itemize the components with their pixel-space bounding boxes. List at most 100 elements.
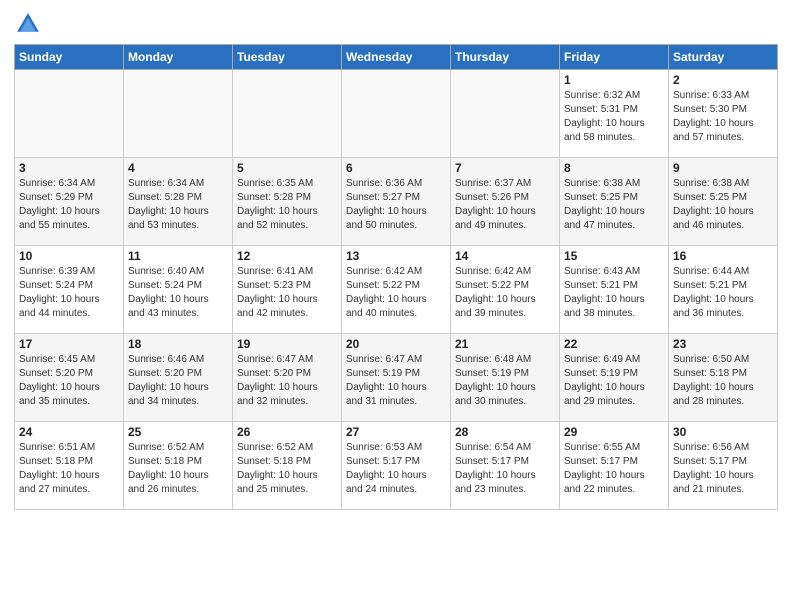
calendar-cell: 22 Sunrise: 6:49 AM Sunset: 5:19 PM Dayli… — [560, 334, 669, 422]
day-number: 2 — [673, 73, 773, 87]
day-number: 25 — [128, 425, 228, 439]
calendar-cell: 6 Sunrise: 6:36 AM Sunset: 5:27 PM Daylig… — [342, 158, 451, 246]
calendar-cell: 10 Sunrise: 6:39 AM Sunset: 5:24 PM Dayli… — [15, 246, 124, 334]
day-number: 4 — [128, 161, 228, 175]
day-number: 24 — [19, 425, 119, 439]
day-number: 22 — [564, 337, 664, 351]
weekday-header-sunday: Sunday — [15, 45, 124, 70]
calendar-cell — [15, 70, 124, 158]
logo-icon — [14, 10, 42, 38]
day-number: 10 — [19, 249, 119, 263]
week-row-1: 1 Sunrise: 6:32 AM Sunset: 5:31 PM Daylig… — [15, 70, 778, 158]
calendar-cell — [233, 70, 342, 158]
day-number: 29 — [564, 425, 664, 439]
weekday-header-saturday: Saturday — [669, 45, 778, 70]
day-number: 17 — [19, 337, 119, 351]
day-number: 16 — [673, 249, 773, 263]
day-number: 18 — [128, 337, 228, 351]
week-row-2: 3 Sunrise: 6:34 AM Sunset: 5:29 PM Daylig… — [15, 158, 778, 246]
day-info: Sunrise: 6:42 AM Sunset: 5:22 PM Dayligh… — [346, 265, 446, 321]
day-info: Sunrise: 6:35 AM Sunset: 5:28 PM Dayligh… — [237, 177, 337, 233]
weekday-header-row: SundayMondayTuesdayWednesdayThursdayFrid… — [15, 45, 778, 70]
day-number: 23 — [673, 337, 773, 351]
weekday-header-thursday: Thursday — [451, 45, 560, 70]
calendar-cell: 19Sunrise: 6:47 AM Sunset: 5:20 PM Dayli… — [233, 334, 342, 422]
calendar-cell: 13 Sunrise: 6:42 AM Sunset: 5:22 PM Dayli… — [342, 246, 451, 334]
day-info: Sunrise: 6:36 AM Sunset: 5:27 PM Dayligh… — [346, 177, 446, 233]
day-number: 5 — [237, 161, 337, 175]
calendar-cell: 7 Sunrise: 6:37 AM Sunset: 5:26 PM Daylig… — [451, 158, 560, 246]
weekday-header-wednesday: Wednesday — [342, 45, 451, 70]
day-info: Sunrise: 6:39 AM Sunset: 5:24 PM Dayligh… — [19, 265, 119, 321]
calendar-cell — [124, 70, 233, 158]
week-row-4: 17 Sunrise: 6:45 AM Sunset: 5:20 PM Dayli… — [15, 334, 778, 422]
calendar-cell — [342, 70, 451, 158]
day-info: Sunrise: 6:46 AM Sunset: 5:20 PM Dayligh… — [128, 353, 228, 409]
day-number: 14 — [455, 249, 555, 263]
day-info: Sunrise: 6:42 AM Sunset: 5:22 PM Dayligh… — [455, 265, 555, 321]
week-row-3: 10 Sunrise: 6:39 AM Sunset: 5:24 PM Dayli… — [15, 246, 778, 334]
day-number: 3 — [19, 161, 119, 175]
day-number: 27 — [346, 425, 446, 439]
calendar-cell: 2 Sunrise: 6:33 AM Sunset: 5:30 PM Daylig… — [669, 70, 778, 158]
day-info: Sunrise: 6:48 AM Sunset: 5:19 PM Dayligh… — [455, 353, 555, 409]
calendar-cell: 3 Sunrise: 6:34 AM Sunset: 5:29 PM Daylig… — [15, 158, 124, 246]
day-info: Sunrise: 6:37 AM Sunset: 5:26 PM Dayligh… — [455, 177, 555, 233]
calendar-cell: 30 Sunrise: 6:56 AM Sunset: 5:17 PM Dayli… — [669, 422, 778, 510]
day-number: 11 — [128, 249, 228, 263]
day-number: 28 — [455, 425, 555, 439]
day-info: Sunrise: 6:49 AM Sunset: 5:19 PM Dayligh… — [564, 353, 664, 409]
day-info: Sunrise: 6:52 AM Sunset: 5:18 PM Dayligh… — [128, 441, 228, 497]
day-info: Sunrise: 6:54 AM Sunset: 5:17 PM Dayligh… — [455, 441, 555, 497]
day-info: Sunrise: 6:55 AM Sunset: 5:17 PM Dayligh… — [564, 441, 664, 497]
day-number: 9 — [673, 161, 773, 175]
day-number: 30 — [673, 425, 773, 439]
calendar-cell: 17 Sunrise: 6:45 AM Sunset: 5:20 PM Dayli… — [15, 334, 124, 422]
calendar-cell: 5 Sunrise: 6:35 AM Sunset: 5:28 PM Daylig… — [233, 158, 342, 246]
day-number: 12 — [237, 249, 337, 263]
calendar-cell: 27 Sunrise: 6:53 AM Sunset: 5:17 PM Dayli… — [342, 422, 451, 510]
day-number: 7 — [455, 161, 555, 175]
day-number: 1 — [564, 73, 664, 87]
day-info: Sunrise: 6:32 AM Sunset: 5:31 PM Dayligh… — [564, 89, 664, 145]
day-number: 6 — [346, 161, 446, 175]
calendar-cell: 20 Sunrise: 6:47 AM Sunset: 5:19 PM Dayli… — [342, 334, 451, 422]
day-number: 19 — [237, 337, 337, 351]
day-info: Sunrise: 6:44 AM Sunset: 5:21 PM Dayligh… — [673, 265, 773, 321]
day-info: Sunrise: 6:50 AM Sunset: 5:18 PM Dayligh… — [673, 353, 773, 409]
calendar-cell: 24Sunrise: 6:51 AM Sunset: 5:18 PM Dayli… — [15, 422, 124, 510]
calendar-cell — [451, 70, 560, 158]
calendar-cell: 23 Sunrise: 6:50 AM Sunset: 5:18 PM Dayli… — [669, 334, 778, 422]
calendar-cell: 29 Sunrise: 6:55 AM Sunset: 5:17 PM Dayli… — [560, 422, 669, 510]
day-info: Sunrise: 6:34 AM Sunset: 5:29 PM Dayligh… — [19, 177, 119, 233]
calendar-cell: 15 Sunrise: 6:43 AM Sunset: 5:21 PM Dayli… — [560, 246, 669, 334]
day-info: Sunrise: 6:34 AM Sunset: 5:28 PM Dayligh… — [128, 177, 228, 233]
logo — [14, 10, 46, 38]
day-info: Sunrise: 6:56 AM Sunset: 5:17 PM Dayligh… — [673, 441, 773, 497]
header — [14, 10, 778, 38]
calendar-cell: 12Sunrise: 6:41 AM Sunset: 5:23 PM Dayli… — [233, 246, 342, 334]
day-info: Sunrise: 6:45 AM Sunset: 5:20 PM Dayligh… — [19, 353, 119, 409]
day-info: Sunrise: 6:53 AM Sunset: 5:17 PM Dayligh… — [346, 441, 446, 497]
day-number: 13 — [346, 249, 446, 263]
day-number: 26 — [237, 425, 337, 439]
page-container: SundayMondayTuesdayWednesdayThursdayFrid… — [0, 0, 792, 518]
weekday-header-friday: Friday — [560, 45, 669, 70]
calendar-table: SundayMondayTuesdayWednesdayThursdayFrid… — [14, 44, 778, 510]
calendar-cell: 21Sunrise: 6:48 AM Sunset: 5:19 PM Dayli… — [451, 334, 560, 422]
day-number: 15 — [564, 249, 664, 263]
calendar-cell: 11 Sunrise: 6:40 AM Sunset: 5:24 PM Dayli… — [124, 246, 233, 334]
day-number: 20 — [346, 337, 446, 351]
day-info: Sunrise: 6:38 AM Sunset: 5:25 PM Dayligh… — [673, 177, 773, 233]
calendar-cell: 16 Sunrise: 6:44 AM Sunset: 5:21 PM Dayli… — [669, 246, 778, 334]
day-info: Sunrise: 6:40 AM Sunset: 5:24 PM Dayligh… — [128, 265, 228, 321]
calendar-cell: 28 Sunrise: 6:54 AM Sunset: 5:17 PM Dayli… — [451, 422, 560, 510]
calendar-cell: 9 Sunrise: 6:38 AM Sunset: 5:25 PM Daylig… — [669, 158, 778, 246]
calendar-cell: 25 Sunrise: 6:52 AM Sunset: 5:18 PM Dayli… — [124, 422, 233, 510]
day-info: Sunrise: 6:33 AM Sunset: 5:30 PM Dayligh… — [673, 89, 773, 145]
day-info: Sunrise: 6:43 AM Sunset: 5:21 PM Dayligh… — [564, 265, 664, 321]
day-info: Sunrise: 6:38 AM Sunset: 5:25 PM Dayligh… — [564, 177, 664, 233]
day-info: Sunrise: 6:47 AM Sunset: 5:19 PM Dayligh… — [346, 353, 446, 409]
day-info: Sunrise: 6:52 AM Sunset: 5:18 PM Dayligh… — [237, 441, 337, 497]
weekday-header-tuesday: Tuesday — [233, 45, 342, 70]
